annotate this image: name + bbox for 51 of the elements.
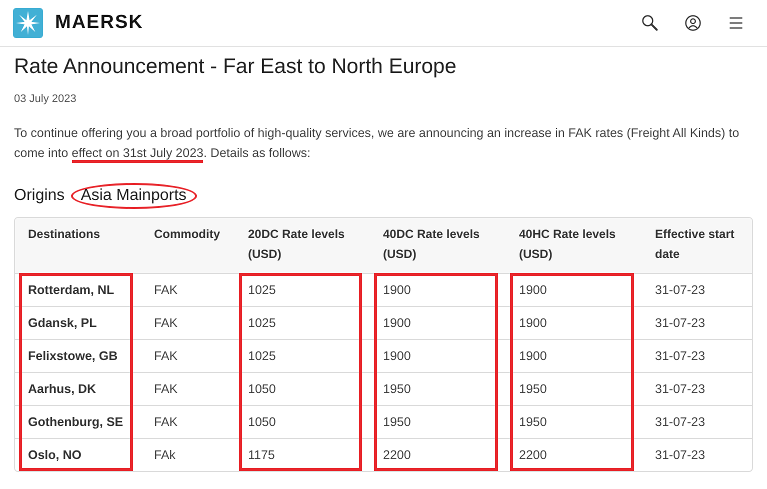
table-cell: 31-07-23 <box>655 415 706 429</box>
table-cell: 1900 <box>519 349 547 363</box>
table-cell: 1050 <box>248 382 276 396</box>
table-cell: Gdansk, PL <box>28 316 97 330</box>
table-cell: 1950 <box>519 382 547 396</box>
table-cell: 31-07-23 <box>655 448 706 462</box>
table-cell: FAK <box>154 316 178 330</box>
brand-name: MAERSK <box>55 12 144 34</box>
table-cell: 31-07-23 <box>655 283 706 297</box>
intro-paragraph: To continue offering you a broad portfolio of high-quality services, we are announcing an increase in FAK rates (Freight All Kinds) to come into effect on 31st July 2023. Details as follows: <box>14 123 753 163</box>
publish-date: 03 July 2023 <box>14 93 78 105</box>
table-cell: 2200 <box>383 448 411 462</box>
table-cell: 31-07-23 <box>655 382 706 396</box>
table-cell: 31-07-23 <box>655 349 706 363</box>
page-title: Rate Announcement - Far East to North Europe <box>14 55 458 79</box>
column-header: 40DC Rate levels (USD) <box>370 218 506 273</box>
table-cell: 1025 <box>248 316 276 330</box>
search-icon[interactable] <box>641 14 659 32</box>
table-cell: Aarhus, DK <box>28 382 96 396</box>
table-cell: 1900 <box>519 283 547 297</box>
table-cell: Gothenburg, SE <box>28 415 124 429</box>
table-cell: FAK <box>154 283 178 297</box>
table-cell: Felixstowe, GB <box>28 349 118 363</box>
table-cell: 1950 <box>519 415 547 429</box>
table-cell: 31-07-23 <box>655 316 706 330</box>
table-cell: 1900 <box>383 316 411 330</box>
table-cell: 1950 <box>383 415 411 429</box>
column-header: 20DC Rate levels (USD) <box>235 218 370 273</box>
logo-icon <box>13 8 43 38</box>
table-cell: 1025 <box>248 283 276 297</box>
table-cell: 1950 <box>383 382 411 396</box>
table-cell: FAK <box>154 415 178 429</box>
table-cell: FAK <box>154 349 178 363</box>
table-cell: 1900 <box>519 316 547 330</box>
table-cell: Oslo, NO <box>28 448 82 462</box>
table-cell: 1050 <box>248 415 276 429</box>
table-cell: 2200 <box>519 448 547 462</box>
table-cell: 1175 <box>248 448 275 462</box>
table-cell: 1900 <box>383 349 411 363</box>
table-cell: FAK <box>154 382 178 396</box>
column-header: 40HC Rate levels (USD) <box>506 218 642 273</box>
table-cell: FAk <box>154 448 176 462</box>
table-cell: 1025 <box>248 349 276 363</box>
user-icon[interactable] <box>684 14 702 32</box>
table-cell: Rotterdam, NL <box>28 283 114 297</box>
origins-label: Origins <box>14 187 65 205</box>
table-cell: 1900 <box>383 283 411 297</box>
origins-value: Asia Mainports <box>70 183 197 209</box>
column-header: Commodity <box>141 218 235 273</box>
column-header: Effective start date <box>642 218 752 273</box>
column-header: Destinations <box>15 218 141 273</box>
